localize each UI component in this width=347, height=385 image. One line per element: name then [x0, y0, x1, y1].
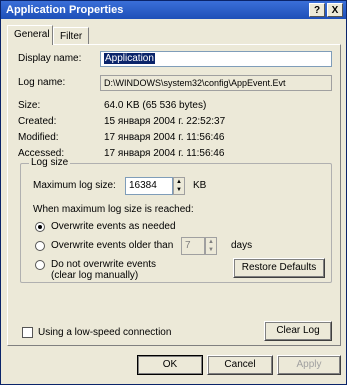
do-not-overwrite-label[interactable]: Do not overwrite events	[51, 259, 156, 270]
tab-general[interactable]: General	[7, 25, 53, 45]
overwrite-as-needed-label[interactable]: Overwrite events as needed	[51, 221, 176, 232]
window-title: Application Properties	[6, 4, 124, 16]
created-value: 15 января 2004 г. 22:52:37	[104, 116, 226, 127]
general-panel: Display name: Application Log name: D:\W…	[7, 44, 341, 346]
modified-value: 17 января 2004 г. 11:56:46	[104, 132, 225, 143]
cancel-button[interactable]: Cancel	[207, 355, 273, 375]
max-log-size-unit: KB	[193, 180, 207, 191]
title-bar[interactable]: Application Properties ? X	[1, 1, 346, 19]
display-name-field[interactable]: Application	[100, 51, 332, 67]
size-value: 64.0 KB (65 536 bytes)	[104, 100, 207, 111]
overwrite-older-radio[interactable]	[35, 241, 45, 251]
tab-filter[interactable]: Filter	[53, 27, 89, 45]
max-log-size-label: Maximum log size:	[33, 180, 116, 191]
do-not-overwrite-sublabel: (clear log manually)	[51, 270, 139, 281]
apply-button[interactable]: Apply	[277, 355, 341, 375]
ok-button[interactable]: OK	[137, 355, 203, 375]
modified-label: Modified:	[18, 132, 59, 143]
restore-defaults-button[interactable]: Restore Defaults	[233, 258, 325, 278]
log-name-label: Log name:	[18, 77, 66, 88]
help-button[interactable]: ?	[309, 3, 325, 17]
clear-log-button[interactable]: Clear Log	[264, 321, 332, 341]
log-name-field[interactable]: D:\WINDOWS\system32\config\AppEvent.Evt	[100, 75, 332, 91]
display-name-value: Application	[104, 53, 155, 64]
properties-dialog: Application Properties ? X General Filte…	[0, 0, 347, 385]
size-label: Size:	[18, 100, 41, 111]
log-size-legend: Log size	[29, 157, 71, 168]
overwrite-as-needed-radio[interactable]	[35, 222, 45, 232]
max-log-size-input[interactable]: 16384	[125, 177, 173, 195]
days-unit: days	[231, 240, 253, 251]
accessed-value: 17 января 2004 г. 11:56:46	[104, 148, 225, 159]
days-input[interactable]: 7	[181, 237, 205, 255]
low-speed-label[interactable]: Using a low-speed connection	[38, 327, 171, 338]
days-spinner[interactable]: ▲ ▼	[205, 237, 217, 255]
close-button[interactable]: X	[327, 3, 343, 17]
do-not-overwrite-radio[interactable]	[35, 260, 45, 270]
low-speed-checkbox[interactable]	[22, 327, 33, 338]
when-full-label: When maximum log size is reached:	[33, 204, 194, 215]
created-label: Created:	[18, 116, 57, 127]
overwrite-older-label[interactable]: Overwrite events older than	[51, 240, 173, 251]
max-log-size-spinner[interactable]: ▲ ▼	[173, 177, 185, 195]
log-size-group: Log size Maximum log size: 16384 ▲ ▼ KB W…	[20, 157, 332, 283]
display-name-label: Display name:	[18, 53, 82, 64]
